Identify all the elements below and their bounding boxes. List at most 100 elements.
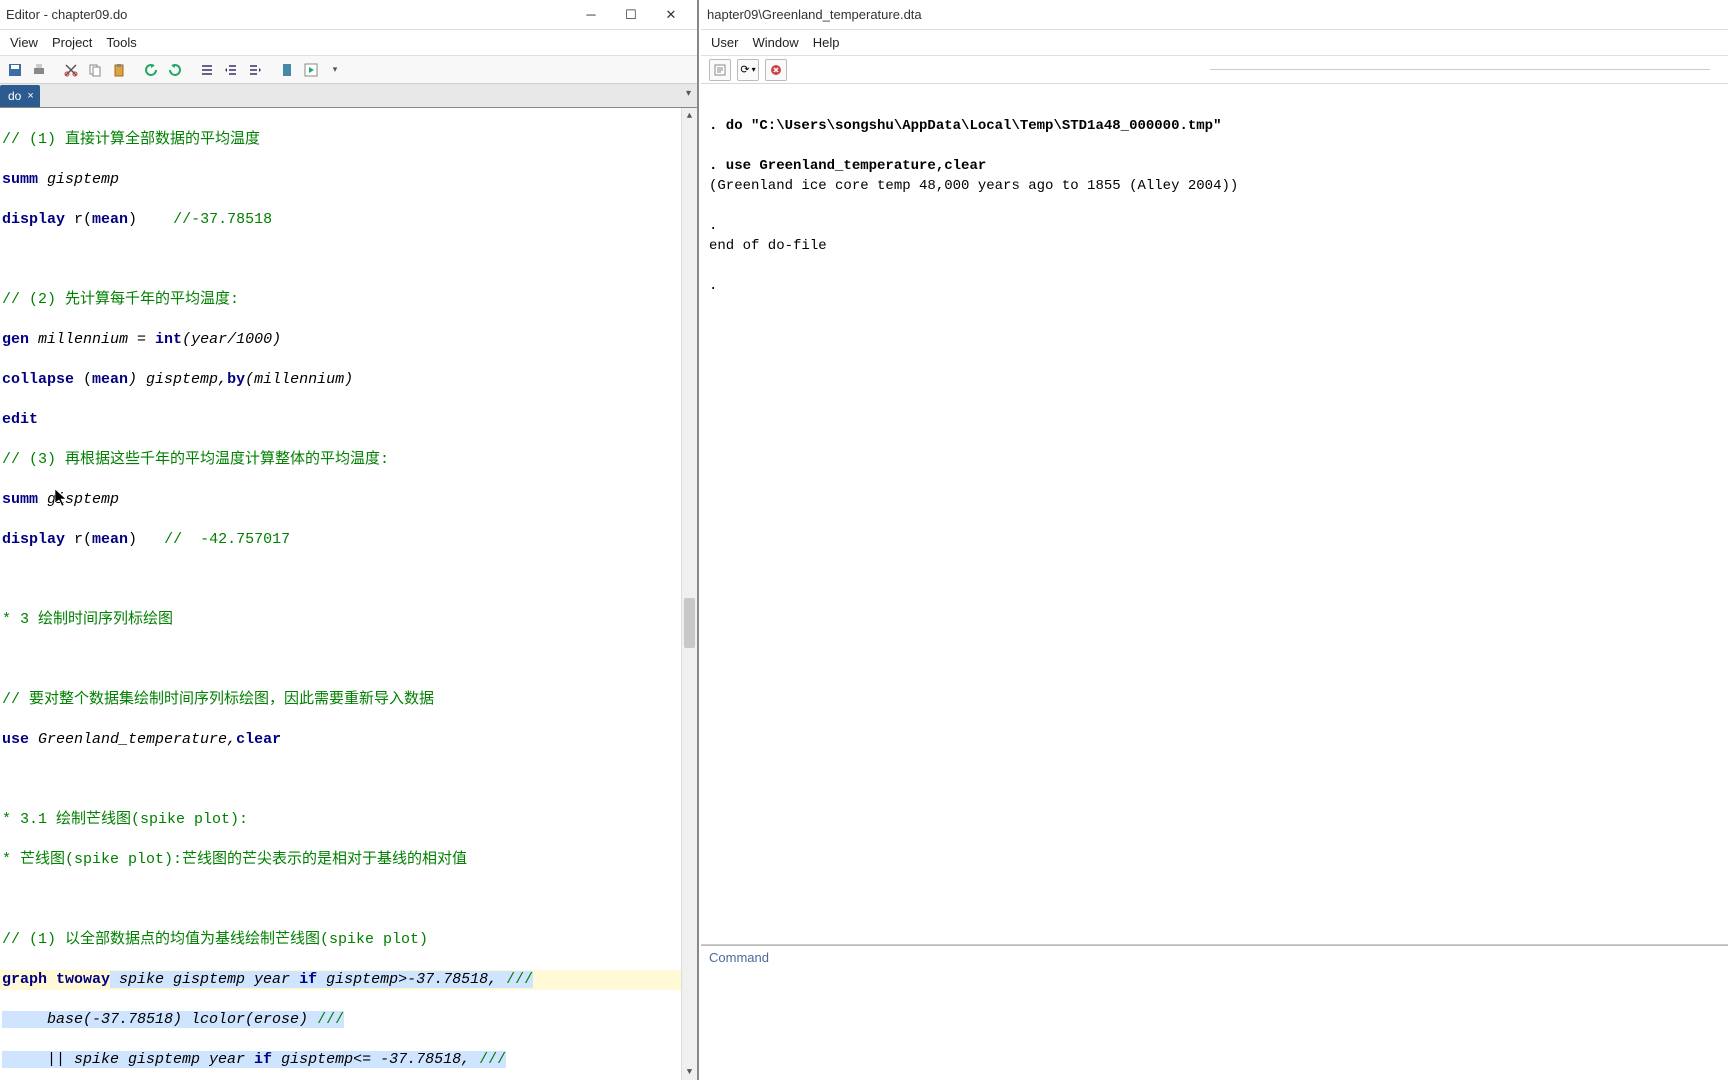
bookmark-icon[interactable]	[276, 59, 298, 81]
results-line: (Greenland ice core temp 48,000 years ag…	[709, 178, 1238, 194]
toolbar-divider	[1210, 69, 1710, 70]
code-text: * 芒线图(spike plot):芒线图的芒尖表示的是相对于基线的相对值	[2, 851, 467, 868]
run-dropdown-icon[interactable]: ▾	[324, 59, 346, 81]
code-text: ) gisptemp,	[128, 371, 227, 388]
code-text: (year/1000)	[182, 331, 281, 348]
code-text: r(	[65, 531, 92, 548]
code-text: clear	[236, 731, 281, 748]
right-toolbar: ⟳▾	[701, 56, 1728, 84]
code-text: spike gisptemp year	[110, 971, 299, 988]
tab-label: do	[8, 89, 21, 103]
menu-window[interactable]: Window	[752, 35, 798, 50]
tab-strip: do × ▾	[0, 84, 697, 108]
menu-tools[interactable]: Tools	[106, 35, 136, 50]
undo-icon[interactable]	[140, 59, 162, 81]
code-text: * 3 绘制时间序列标绘图	[2, 611, 173, 628]
code-text: (millennium)	[245, 371, 353, 388]
clear-more-icon[interactable]: ⟳▾	[737, 59, 759, 81]
run-icon[interactable]	[300, 59, 322, 81]
code-text: millennium =	[29, 331, 155, 348]
results-line: . do "C:\Users\songshu\AppData\Local\Tem…	[709, 118, 1221, 134]
menu-help[interactable]: Help	[813, 35, 840, 50]
results-line: .	[709, 218, 726, 234]
print-icon[interactable]	[28, 59, 50, 81]
indent-toggle-icon[interactable]	[196, 59, 218, 81]
code-text: r(	[65, 211, 92, 228]
break-icon[interactable]	[765, 59, 787, 81]
do-file-editor-window: Editor - chapter09.do ─ ☐ ✕ View Project…	[0, 0, 699, 1080]
results-line: end of do-file	[709, 238, 827, 254]
code-text: // -42.757017	[164, 531, 290, 548]
code-text: gen	[2, 331, 29, 348]
code-text: graph twoway	[2, 971, 110, 988]
command-label: Command	[701, 946, 1728, 969]
code-text: )	[128, 211, 173, 228]
code-text: by	[227, 371, 245, 388]
cut-icon[interactable]	[60, 59, 82, 81]
left-toolbar: ▾	[0, 56, 697, 84]
dataset-path: hapter09\Greenland_temperature.dta	[707, 7, 922, 22]
paste-icon[interactable]	[108, 59, 130, 81]
right-menubar: User Window Help	[701, 30, 1728, 56]
right-titlebar: hapter09\Greenland_temperature.dta	[701, 0, 1728, 30]
code-editor[interactable]: // (1) 直接计算全部数据的平均温度 summ gisptemp displ…	[0, 108, 697, 1080]
code-text: int	[155, 331, 182, 348]
scroll-thumb[interactable]	[684, 598, 695, 648]
code-text: summ	[2, 491, 38, 508]
copy-icon[interactable]	[84, 59, 106, 81]
results-line: . use Greenland_temperature,clear	[709, 158, 986, 174]
code-text: gisptemp<= -37.78518,	[272, 1051, 479, 1068]
code-text: if	[254, 1051, 272, 1068]
left-menubar: View Project Tools	[0, 30, 697, 56]
outdent-icon[interactable]	[220, 59, 242, 81]
code-text: // (2) 先计算每千年的平均温度:	[2, 291, 239, 308]
code-text: collapse	[2, 371, 74, 388]
code-text: base(-37.78518) lcolor(erose)	[2, 1011, 317, 1028]
code-text: display	[2, 531, 65, 548]
code-text: // (3) 再根据这些千年的平均温度计算整体的平均温度:	[2, 451, 389, 468]
results-line: .	[709, 278, 726, 294]
code-text: gisptemp	[38, 171, 119, 188]
code-text: display	[2, 211, 65, 228]
code-text: gisptemp>-37.78518,	[317, 971, 506, 988]
log-icon[interactable]	[709, 59, 731, 81]
indent-icon[interactable]	[244, 59, 266, 81]
code-text: // (1) 直接计算全部数据的平均温度	[2, 131, 260, 148]
stata-main-window: hapter09\Greenland_temperature.dta User …	[701, 0, 1728, 1080]
code-text: mean	[92, 371, 128, 388]
window-title: Editor - chapter09.do	[6, 7, 127, 22]
code-text: ///	[317, 1011, 344, 1028]
code-text: ///	[479, 1051, 506, 1068]
code-text: edit	[2, 411, 38, 428]
menu-view[interactable]: View	[10, 35, 38, 50]
command-input[interactable]	[701, 969, 1728, 1080]
results-pane[interactable]: . do "C:\Users\songshu\AppData\Local\Tem…	[701, 84, 1728, 945]
code-text: mean	[92, 211, 128, 228]
tab-chapter09[interactable]: do ×	[0, 85, 40, 107]
left-titlebar: Editor - chapter09.do ─ ☐ ✕	[0, 0, 697, 30]
tab-overflow-icon[interactable]: ▾	[686, 88, 691, 99]
code-text: )	[128, 531, 164, 548]
maximize-button[interactable]: ☐	[611, 1, 651, 29]
scroll-up-icon[interactable]: ▲	[682, 108, 697, 124]
tab-close-icon[interactable]: ×	[27, 91, 33, 102]
code-text: Greenland_temperature,	[29, 731, 236, 748]
command-pane: Command	[701, 945, 1728, 1080]
code-text: use	[2, 731, 29, 748]
code-text: // (1) 以全部数据点的均值为基线绘制芒线图(spike plot)	[2, 931, 428, 948]
editor-scrollbar[interactable]: ▲ ▼	[681, 108, 697, 1080]
code-text: // 要对整个数据集绘制时间序列标绘图，因此需要重新导入数据	[2, 691, 434, 708]
redo-icon[interactable]	[164, 59, 186, 81]
code-text: || spike gisptemp year	[2, 1051, 254, 1068]
scroll-down-icon[interactable]: ▼	[682, 1064, 697, 1080]
save-icon[interactable]	[4, 59, 26, 81]
close-button[interactable]: ✕	[651, 1, 691, 29]
menu-user[interactable]: User	[711, 35, 738, 50]
code-text: //-37.78518	[173, 211, 272, 228]
code-text: (	[74, 371, 92, 388]
code-text: if	[299, 971, 317, 988]
menu-project[interactable]: Project	[52, 35, 92, 50]
code-text: * 3.1 绘制芒线图(spike plot):	[2, 811, 248, 828]
minimize-button[interactable]: ─	[571, 1, 611, 29]
code-text: ///	[506, 971, 533, 988]
